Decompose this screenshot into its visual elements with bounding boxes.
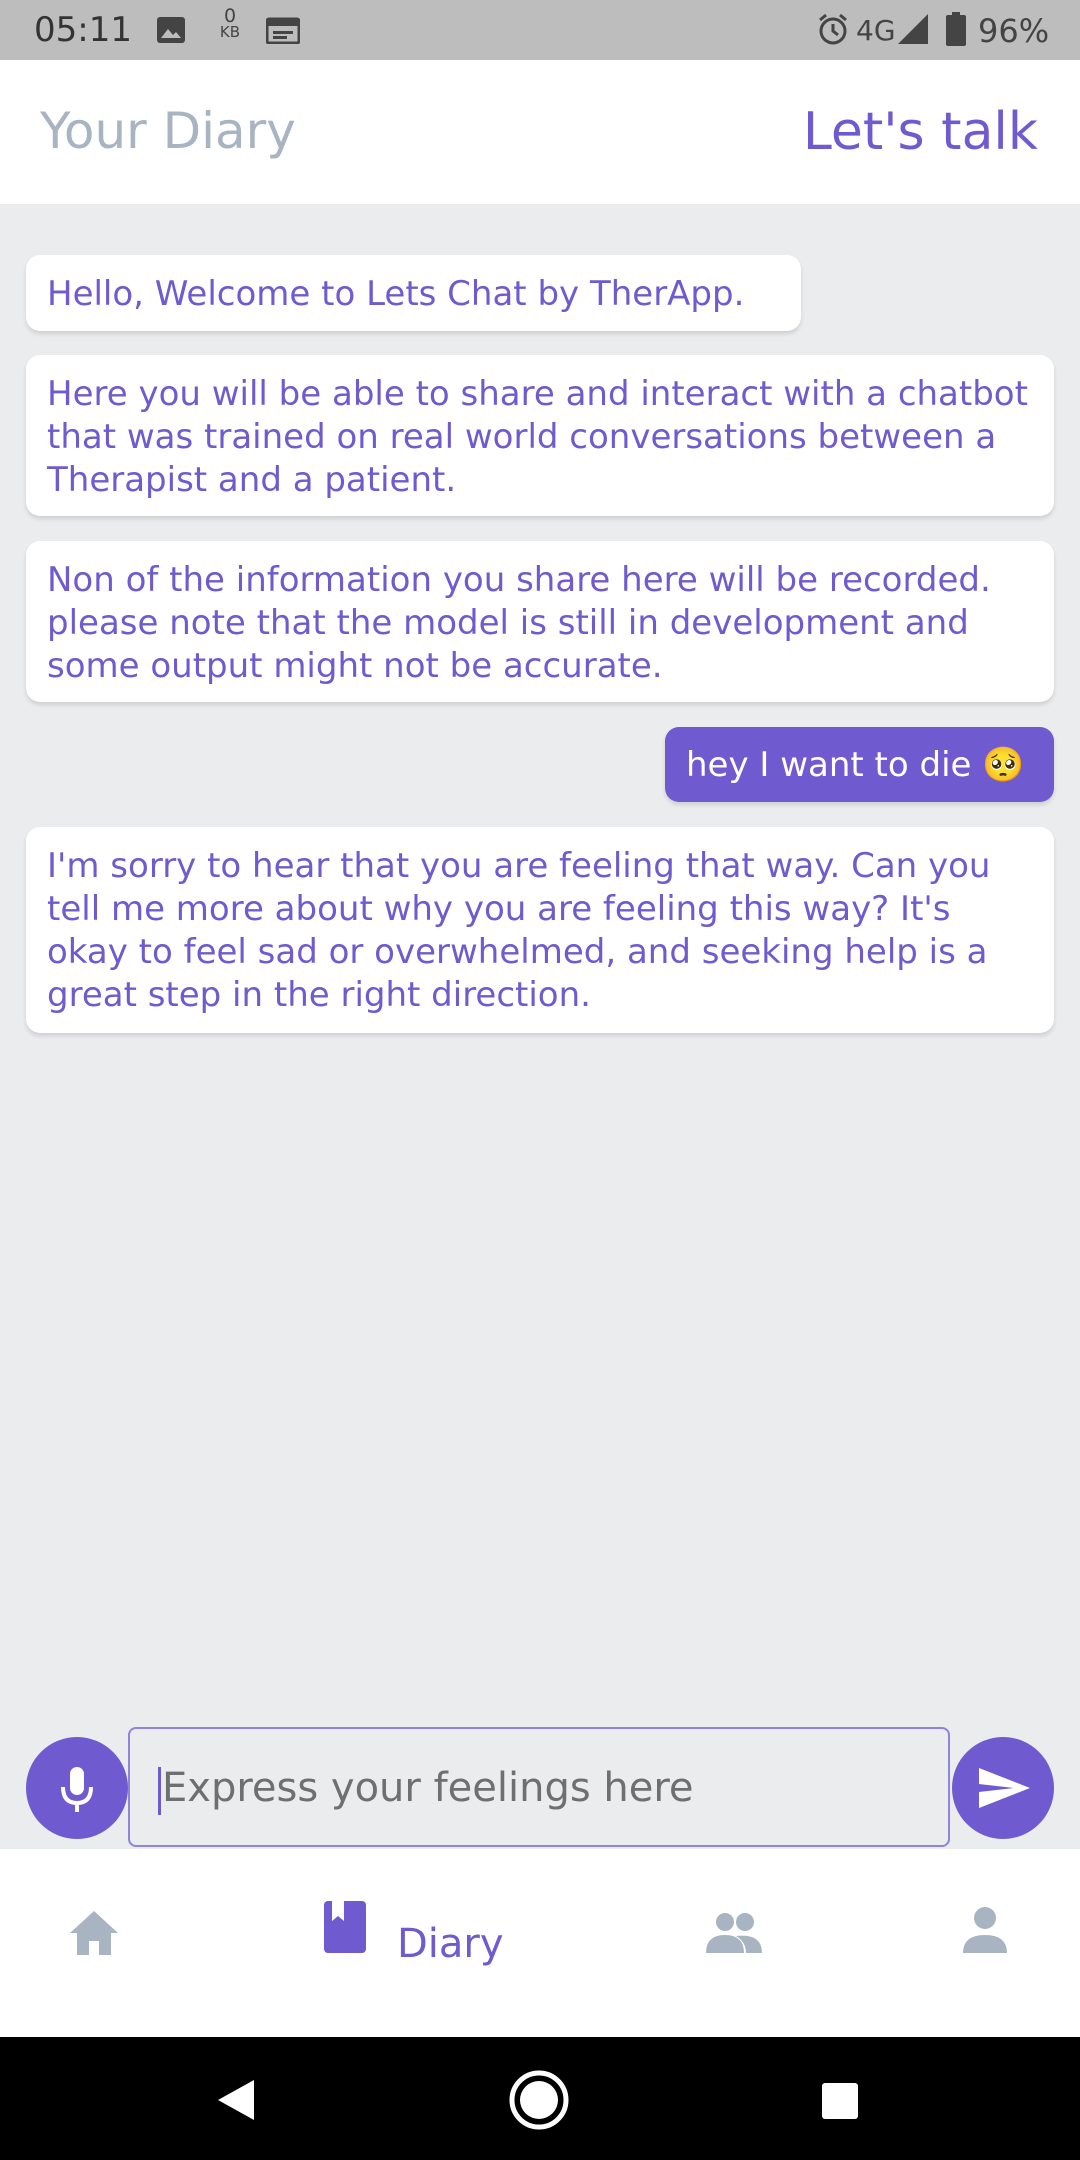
back-icon[interactable] (216, 2078, 256, 2122)
signal-icon (898, 14, 928, 44)
message-input-box[interactable] (128, 1727, 950, 1847)
tab-your-diary[interactable]: Your Diary (40, 102, 296, 160)
people-icon (706, 1913, 762, 1953)
send-button[interactable] (952, 1737, 1054, 1839)
data-counter-icon: 0 KB (216, 5, 244, 41)
network-type: 4G (856, 14, 896, 47)
nav-diary-label[interactable]: Diary (397, 1921, 504, 1967)
send-icon (979, 1768, 1030, 1808)
tab-lets-talk[interactable]: Let's talk (803, 102, 1038, 162)
nav-diary[interactable] (322, 1899, 368, 1959)
microphone-icon (61, 1767, 93, 1812)
bot-message: Non of the information you share here wi… (26, 541, 1054, 702)
status-bar: 05:11 0 KB 4G 96% (0, 0, 1080, 60)
user-message: hey I want to die 🥺 (665, 727, 1054, 802)
microphone-button[interactable] (26, 1737, 128, 1839)
nav-community[interactable] (704, 1911, 764, 1959)
recents-icon[interactable] (820, 2081, 860, 2121)
status-time: 05:11 (34, 10, 132, 50)
bot-message: Hello, Welcome to Lets Chat by TherApp. (26, 255, 801, 331)
home-icon (70, 1911, 118, 1955)
nav-home[interactable] (68, 1907, 120, 1963)
alarm-icon (819, 13, 847, 45)
image-icon (157, 17, 185, 43)
data-counter-value: 0 (223, 5, 237, 27)
profile-icon (963, 1907, 1007, 1953)
system-navigation-bar (0, 2037, 1080, 2160)
header: Your Diary Let's talk (0, 60, 1080, 204)
nav-profile[interactable] (962, 1905, 1008, 1959)
bot-message: I'm sorry to hear that you are feeling t… (26, 827, 1054, 1033)
message-input[interactable] (160, 1729, 924, 1847)
calendar-icon (266, 17, 300, 44)
battery-icon (946, 12, 966, 46)
home-button-icon[interactable] (508, 2069, 570, 2131)
data-counter-unit: KB (219, 23, 241, 41)
bot-message: Here you will be able to share and inter… (26, 355, 1054, 516)
bottom-navigation: Diary (0, 1849, 1080, 2037)
battery-level: 96% (978, 12, 1050, 50)
diary-icon (324, 1901, 366, 1953)
